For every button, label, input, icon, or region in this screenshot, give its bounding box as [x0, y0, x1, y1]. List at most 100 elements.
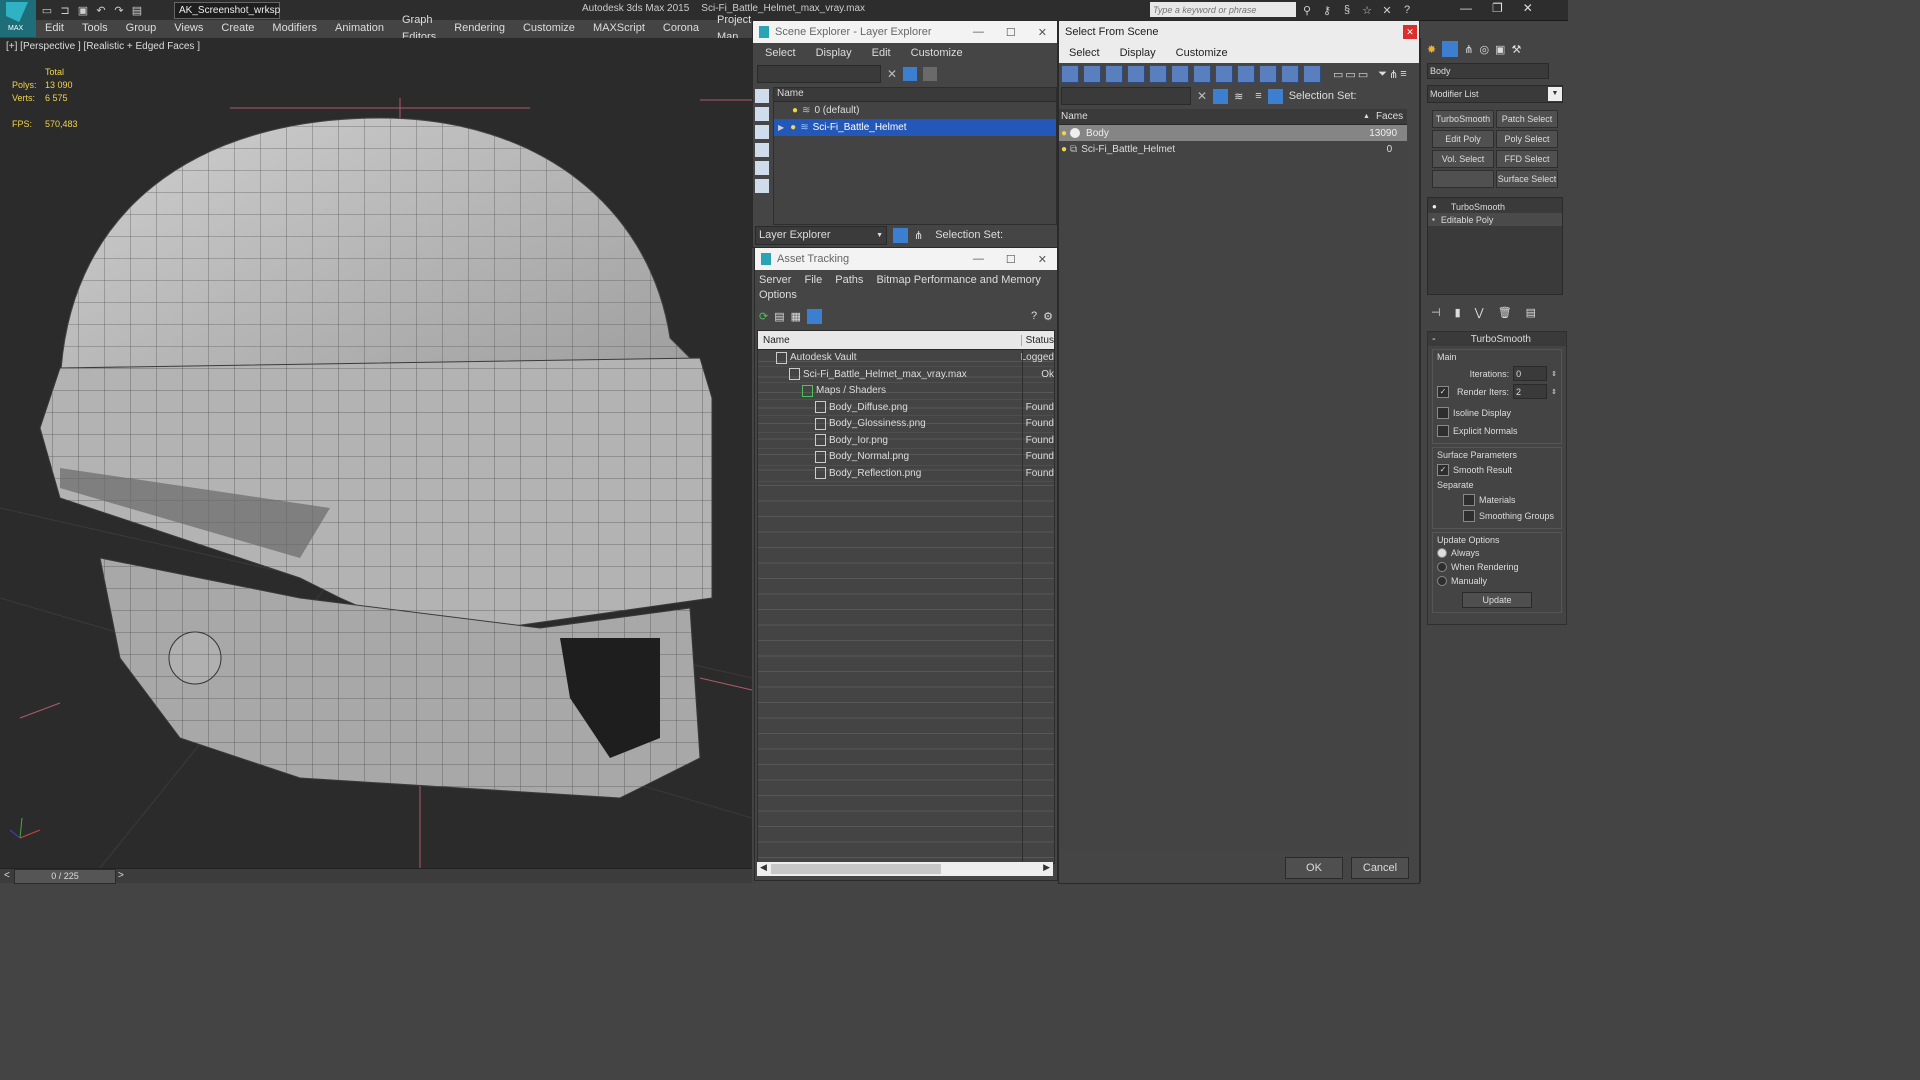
time-slider-thumb[interactable]: 0 / 225 — [14, 869, 116, 884]
asset-row[interactable]: Body_Ior.png Found — [758, 433, 1054, 449]
se-menu-edit[interactable]: Edit — [862, 43, 901, 63]
layers-icon[interactable]: ≋ — [1234, 90, 1243, 103]
vol-select-button[interactable]: Vol. Select — [1432, 150, 1494, 168]
se-menu-select[interactable]: Select — [755, 43, 806, 63]
layer-row-selected[interactable]: ▶ ● ≋ Sci-Fi_Battle_Helmet — [774, 119, 1056, 136]
display-all-icon[interactable] — [755, 107, 769, 121]
display-geometry-icon[interactable] — [755, 143, 769, 157]
configure-sets-icon[interactable]: ▤ — [1526, 306, 1536, 319]
minimize-icon[interactable]: — — [973, 253, 984, 265]
display-shapes-icon[interactable] — [755, 161, 769, 175]
display-layers-icon[interactable] — [755, 179, 769, 193]
minimize-icon[interactable]: — — [973, 26, 984, 38]
asset-tracking-titlebar[interactable]: Asset Tracking — ☐ ✕ — [755, 248, 1057, 270]
at-col-name[interactable]: Name — [758, 334, 1022, 346]
viewport-label[interactable]: [+] [Perspective ] [Realistic + Edged Fa… — [6, 41, 200, 52]
turbosmooth-button[interactable]: TurboSmooth — [1432, 110, 1494, 128]
menu-modifiers[interactable]: Modifiers — [263, 20, 326, 37]
menu-rendering[interactable]: Rendering — [445, 20, 514, 37]
lightbulb-icon[interactable]: ● — [1061, 144, 1067, 155]
refresh-icon[interactable]: ⟳ — [759, 310, 768, 323]
menu-create[interactable]: Create — [212, 20, 263, 37]
expand-arrow-icon[interactable]: ▶ — [778, 123, 784, 132]
show-end-result-icon[interactable]: ▮ — [1455, 306, 1461, 319]
list-view-icon[interactable]: ▤ — [774, 310, 784, 323]
patch-select-button[interactable]: Patch Select — [1496, 110, 1558, 128]
asset-row[interactable]: Sci-Fi_Battle_Helmet_max_vray.max Ok — [758, 367, 1054, 383]
stack-expand-icon[interactable]: ▪ — [1432, 215, 1435, 224]
motion-tab-icon[interactable]: ◎ — [1479, 43, 1489, 56]
perspective-viewport[interactable]: [+] [Perspective ] [Realistic + Edged Fa… — [0, 38, 752, 868]
se-menu-customize[interactable]: Customize — [901, 43, 973, 63]
se-find-input[interactable] — [757, 65, 881, 83]
app-logo[interactable]: MAX — [0, 0, 36, 37]
grid-view-icon[interactable] — [807, 308, 823, 324]
stack-item[interactable]: ● TurboSmooth — [1428, 200, 1562, 213]
scroll-right-icon[interactable]: ▶ — [1043, 862, 1050, 873]
sfs-menu-customize[interactable]: Customize — [1166, 43, 1238, 63]
smoothing-groups-checkbox[interactable] — [1463, 510, 1475, 522]
filter-containers-icon[interactable] — [1259, 65, 1277, 83]
display-tab-icon[interactable]: ▣ — [1495, 43, 1505, 56]
asset-row[interactable]: Body_Glossiness.png Found — [758, 416, 1054, 433]
object-row-selected[interactable]: ● Body 13090 — [1059, 125, 1407, 141]
at-menu-options[interactable]: Options — [759, 288, 1053, 303]
timeline-next-button[interactable]: > — [118, 870, 124, 881]
filter-geometry-icon[interactable] — [1061, 65, 1079, 83]
menu-tools[interactable]: Tools — [73, 20, 117, 37]
exchange-icon[interactable]: ✕ — [1380, 3, 1394, 17]
display-invert-icon[interactable] — [755, 125, 769, 139]
undo-icon[interactable]: ↶ — [94, 3, 108, 17]
sfs-menu-display[interactable]: Display — [1110, 43, 1166, 63]
timeline-prev-button[interactable]: < — [4, 870, 10, 881]
menu-views[interactable]: Views — [165, 20, 212, 37]
asset-row[interactable]: Body_Diffuse.png Found — [758, 400, 1054, 416]
favorites-icon[interactable]: ☆ — [1360, 3, 1374, 17]
filter-groups-icon[interactable] — [1193, 65, 1211, 83]
key-icon[interactable]: ⚷ — [1320, 3, 1334, 17]
close-icon[interactable]: ✕ — [1403, 25, 1417, 39]
menu-edit[interactable]: Edit — [36, 20, 73, 37]
select-invert-icon[interactable]: ▭ — [1358, 68, 1368, 81]
manually-radio[interactable] — [1437, 576, 1447, 586]
render-iters-checkbox[interactable]: ✓ — [1437, 385, 1449, 398]
iterations-spinner[interactable] — [1513, 366, 1548, 381]
time-slider[interactable]: < 0 / 225 > — [0, 868, 752, 884]
clear-search-icon[interactable]: ✕ — [887, 67, 897, 81]
redo-icon[interactable]: ↷ — [112, 3, 126, 17]
surface-select-button[interactable]: Surface Select — [1496, 170, 1558, 188]
filter-icon[interactable]: ⏷ — [1378, 68, 1387, 81]
sfs-menu-select[interactable]: Select — [1059, 43, 1110, 63]
close-icon[interactable]: ✕ — [1038, 26, 1047, 39]
maximize-icon[interactable]: ☐ — [1006, 253, 1016, 266]
close-icon[interactable]: ✕ — [1523, 1, 1533, 15]
filter-shapes-icon[interactable] — [1083, 65, 1101, 83]
when-rendering-radio[interactable] — [1437, 562, 1447, 572]
lightbulb-icon[interactable]: ● — [790, 122, 796, 133]
remove-modifier-icon[interactable]: 🗑 — [1498, 306, 1512, 319]
filter-bones-icon[interactable] — [1237, 65, 1255, 83]
restore-icon[interactable]: ❐ — [1492, 1, 1503, 15]
layer-row[interactable]: ● ≋ 0 (default) — [774, 102, 1056, 119]
spinner-arrows-icon[interactable]: ⇕ — [1551, 388, 1557, 396]
filter-lights-icon[interactable] — [1105, 65, 1123, 83]
clear-search-icon[interactable]: ✕ — [1197, 89, 1207, 103]
render-iters-spinner[interactable] — [1513, 384, 1548, 399]
hierarchy-icon[interactable]: ⋔ — [1389, 68, 1398, 81]
at-menu-paths[interactable]: Paths — [835, 274, 863, 286]
ffd-select-button[interactable]: FFD Select — [1496, 150, 1558, 168]
at-col-status[interactable]: Status — [1022, 335, 1054, 346]
search-input[interactable] — [1150, 2, 1296, 17]
materials-checkbox[interactable] — [1463, 494, 1475, 506]
object-row[interactable]: ● ⧉ Sci-Fi_Battle_Helmet 0 — [1059, 141, 1407, 157]
hierarchy-view-icon[interactable] — [1267, 88, 1283, 104]
modify-tab-icon[interactable] — [1442, 41, 1459, 57]
empty-slot[interactable] — [1432, 170, 1494, 188]
sfs-find-input[interactable] — [1061, 87, 1191, 105]
select-none-icon[interactable]: ▭ — [1345, 68, 1355, 81]
smooth-result-checkbox[interactable]: ✓ — [1437, 464, 1449, 476]
filter-hidden-icon[interactable] — [1303, 65, 1321, 83]
sfs-col-name[interactable]: Name — [1059, 111, 1363, 122]
search-field[interactable] — [1150, 2, 1296, 17]
lightbulb-icon[interactable]: ● — [792, 105, 798, 116]
